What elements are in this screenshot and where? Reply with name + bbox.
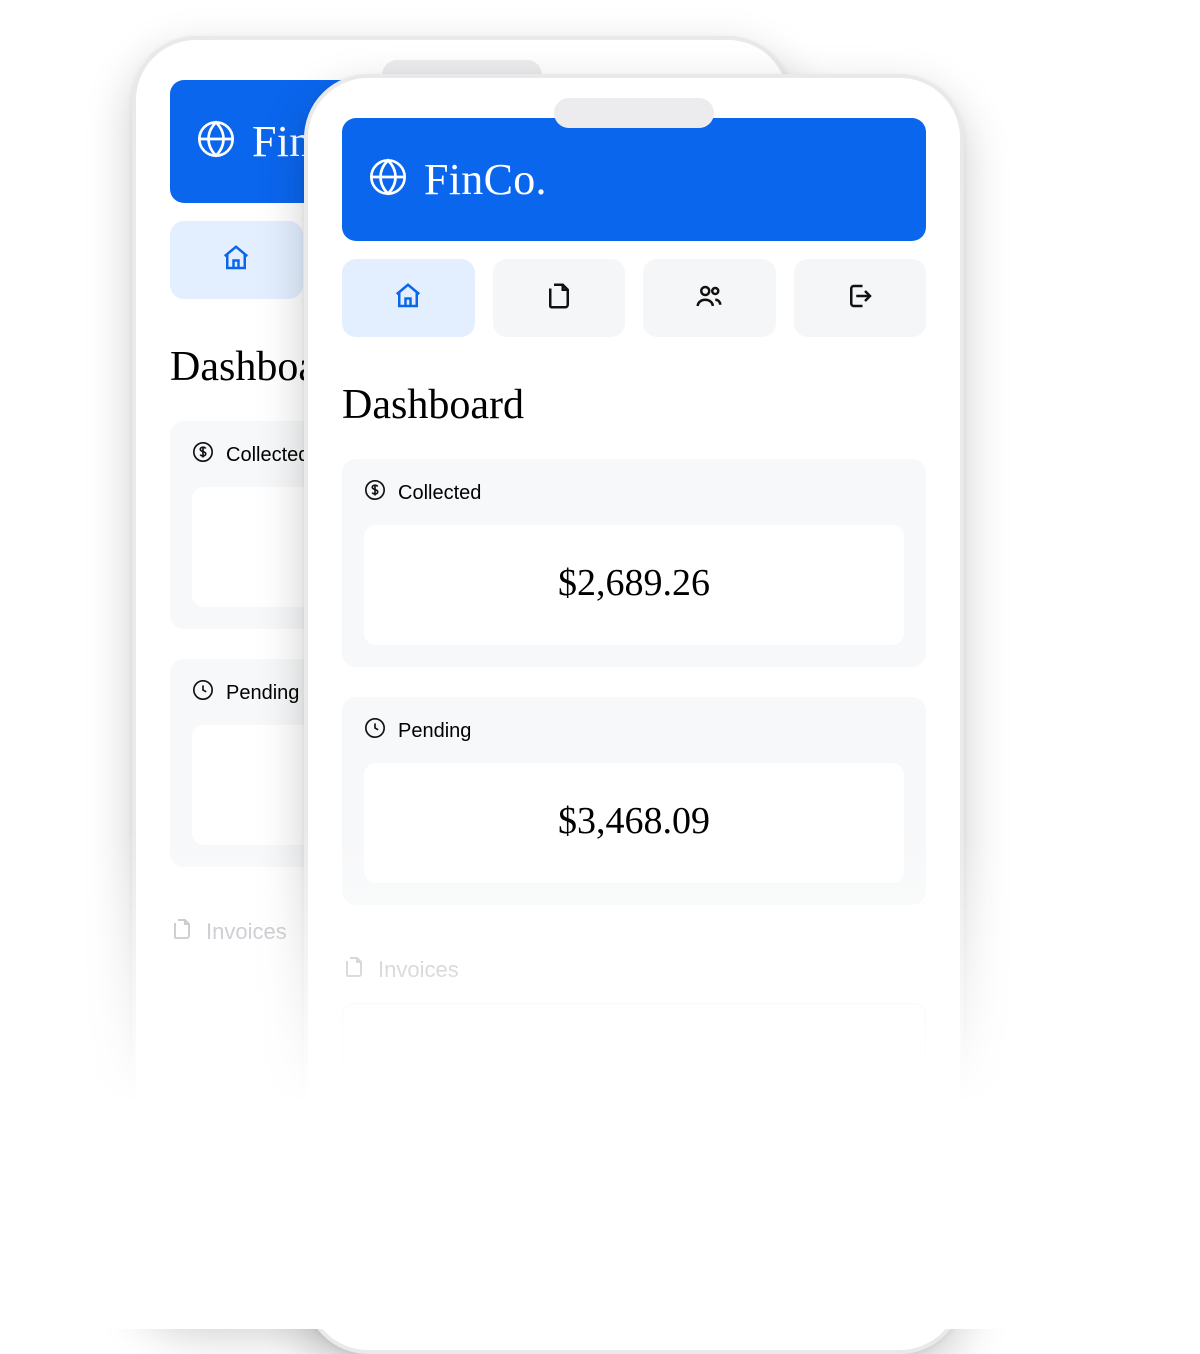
documents-icon: [170, 917, 194, 947]
nav-tab-home[interactable]: [342, 259, 475, 337]
globe-icon: [196, 119, 236, 164]
documents-icon: [342, 955, 366, 985]
brand-name: FinCo.: [424, 154, 547, 205]
nav-tab-signout[interactable]: [794, 259, 927, 337]
dollar-icon: [364, 479, 386, 507]
home-icon: [393, 281, 423, 316]
card-pending-label: Pending: [398, 720, 471, 743]
card-pending-label: Pending: [226, 682, 299, 705]
card-pending-value: $3,468.09: [364, 763, 904, 883]
nav-tab-customers[interactable]: [643, 259, 776, 337]
section-invoices-label: Invoices: [378, 957, 459, 983]
card-collected-label: Collected: [226, 444, 309, 467]
clock-icon: [192, 679, 214, 707]
section-invoices: Invoices: [342, 955, 926, 985]
section-invoices-label: Invoices: [206, 919, 287, 945]
signout-icon: [845, 281, 875, 316]
home-icon: [221, 243, 251, 278]
nav-tabs: [342, 259, 926, 337]
card-collected-label: Collected: [398, 482, 481, 505]
phone-notch: [554, 98, 714, 128]
invoices-placeholder: [342, 1003, 926, 1123]
card-pending: Pending $3,468.09: [342, 697, 926, 905]
users-icon: [694, 281, 724, 316]
card-collected: Collected $2,689.26: [342, 459, 926, 667]
clock-icon: [364, 717, 386, 745]
page-title: Dashboard: [342, 381, 926, 429]
card-collected-value: $2,689.26: [364, 525, 904, 645]
nav-tab-home[interactable]: [170, 221, 303, 299]
phone-mockup-front: FinCo. Dashboard Collected $2,689.26: [304, 74, 964, 1354]
globe-icon: [368, 157, 408, 202]
nav-tab-documents[interactable]: [493, 259, 626, 337]
dollar-icon: [192, 441, 214, 469]
brand-header: FinCo.: [342, 118, 926, 241]
documents-icon: [544, 281, 574, 316]
